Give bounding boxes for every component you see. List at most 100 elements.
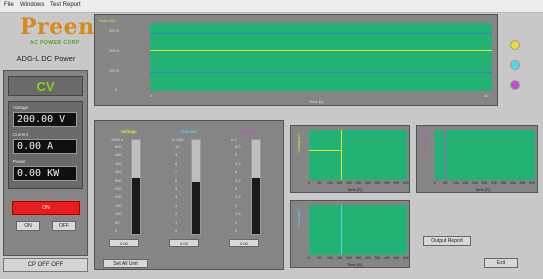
power-readout: 0.00 KW [13,166,77,181]
meter-tick: 3 [175,202,178,208]
small-chart-x-tick: 200 [346,181,352,185]
small-chart-x-tick: 50 [317,181,322,185]
meter-setpoint-input[interactable]: 0.00 [169,239,199,247]
main-x-end: 60 [484,93,489,98]
meter-tick: 4 [235,169,238,175]
meter-tick: 0 [235,228,238,233]
meter-title: Power [241,129,255,134]
readings-box: Voltage 200.00 V Current 0.00 A Power 0.… [8,101,83,189]
meter-tick: 3 [235,186,238,191]
current-label: Current [13,132,29,137]
product-name: ADG-L DC Power [16,54,76,63]
voltage-small-step [341,130,342,180]
small-off-button[interactable]: OFF [52,221,76,231]
main-y-tick-3: 0 [115,87,118,92]
small-chart-x-tick: 450 [393,256,400,260]
current-small-xlabel: Time (S) [347,262,363,267]
small-chart-x-tick: 50 [443,181,448,185]
menu-bar: File Windows Test Report [0,0,543,13]
current-small-chart-panel: Current(A) Time (S) 0 50 100 150 200 250 300 35… [290,200,410,268]
power-indicator-icon [510,80,520,90]
main-series-current [150,72,492,73]
power-small-ylabel: Power(W) [422,134,427,152]
current-indicator-icon [510,60,520,70]
set-all-unit-button[interactable]: Set All Unit [103,259,148,268]
small-on-button[interactable]: ON [16,221,40,231]
small-chart-x-tick: 100 [327,256,333,260]
main-series-blue [150,33,492,34]
meter-setpoint-input[interactable]: 0.00 [109,239,139,247]
meter-tick: 2 [175,211,178,217]
meter-gauge-fill [192,140,200,183]
power-small-xlabel: Time (S) [475,187,491,192]
meter-gauge-fill [132,140,140,178]
small-chart-x-tick: 300 [491,181,497,185]
small-chart-x-tick: 0 [308,256,310,260]
brand-logo: Preen [20,14,95,40]
meter-tick: 8 [175,160,178,166]
menu-windows[interactable]: Windows [20,2,44,8]
small-chart-x-tick: 250 [355,256,362,260]
meter-tick: 100 [115,211,122,217]
small-chart-x-tick: 450 [519,181,526,185]
meter-gauge-track [191,139,201,235]
small-chart-x-tick: 500 [529,181,535,185]
meter-tick: 0 [175,228,178,233]
meter-tick: 400 [115,160,122,166]
meter-max-label: 12.000 [171,137,184,142]
small-chart-x-tick: 0 [308,181,310,185]
small-chart-x-tick: 350 [374,256,381,260]
meter-title: Current [181,129,198,134]
main-y-tick-1: 200.0 [109,48,120,53]
meter-0: Voltage 1000.0 500 450 400 350 300 250 200 150 100… [107,121,162,257]
meter-tick: 5 [235,152,238,158]
meter-tick: 250 [115,186,122,191]
main-y-tick-2: 100.0 [109,68,120,73]
voltage-indicator-icon [510,40,520,50]
small-chart-x-tick: 0 [434,181,436,185]
meter-tick: 6 [175,177,178,183]
voltage-small-chart-panel: Voltage(V) Time (S) 0 50 100 150 200 250 300 35… [290,125,410,193]
current-small-plot [309,205,407,255]
mode-text: CV [36,78,55,94]
meter-gauge-track [131,139,141,235]
small-chart-x-tick: 400 [384,181,390,185]
meter-tick: 200 [115,194,122,200]
small-chart-x-tick: 150 [336,256,343,260]
meter-title: Voltage [121,129,137,134]
main-plot-area [150,23,492,91]
menu-file[interactable]: File [4,2,14,8]
current-small-trace [341,205,342,255]
meter-tick: 2 [235,202,238,208]
meter-tick: 10 [175,144,180,149]
small-chart-x-tick: 250 [481,181,488,185]
voltage-small-xlabel: Time (S) [347,187,363,192]
meter-tick: 4.5 [235,160,241,166]
small-chart-x-tick: 200 [346,256,352,260]
meter-tick: 4 [175,194,178,200]
left-panel: CV Voltage 200.00 V Current 0.00 A Power… [3,70,88,256]
main-chart-top-label: Volts 200 [99,18,116,23]
voltage-label: Voltage [13,105,29,110]
output-report-button[interactable]: Output Report [423,236,471,246]
exit-button[interactable]: Exit [484,258,518,268]
small-chart-x-tick: 500 [403,181,409,185]
power-small-chart-panel: Power(W) Time (S) 0 50 100 150 200 250 300 350 4… [416,125,538,193]
meters-panel: Voltage 1000.0 500 450 400 350 300 250 200 150 100… [94,120,284,270]
meter-tick: 500 [115,144,122,149]
small-chart-x-tick: 100 [327,181,333,185]
meter-2: Power 6.0 5.5 5 4.5 4 3.5 3 2.5 2 1.5 1 0 0.00 [227,121,282,257]
meter-tick: 5 [175,186,178,191]
on-off-button[interactable]: ON [12,201,80,215]
meter-tick: 5.5 [235,144,241,149]
meter-gauge-fill [252,140,260,178]
voltage-readout: 200.00 V [13,112,77,127]
meter-tick: 9 [175,152,178,158]
small-chart-x-tick: 250 [355,181,362,185]
small-chart-x-tick: 400 [510,181,516,185]
small-chart-x-tick: 150 [462,181,469,185]
small-chart-x-tick: 300 [365,256,371,260]
meter-setpoint-input[interactable]: 0.00 [229,239,259,247]
mode-display: CV [8,76,83,96]
menu-test-report[interactable]: Test Report [50,2,81,8]
